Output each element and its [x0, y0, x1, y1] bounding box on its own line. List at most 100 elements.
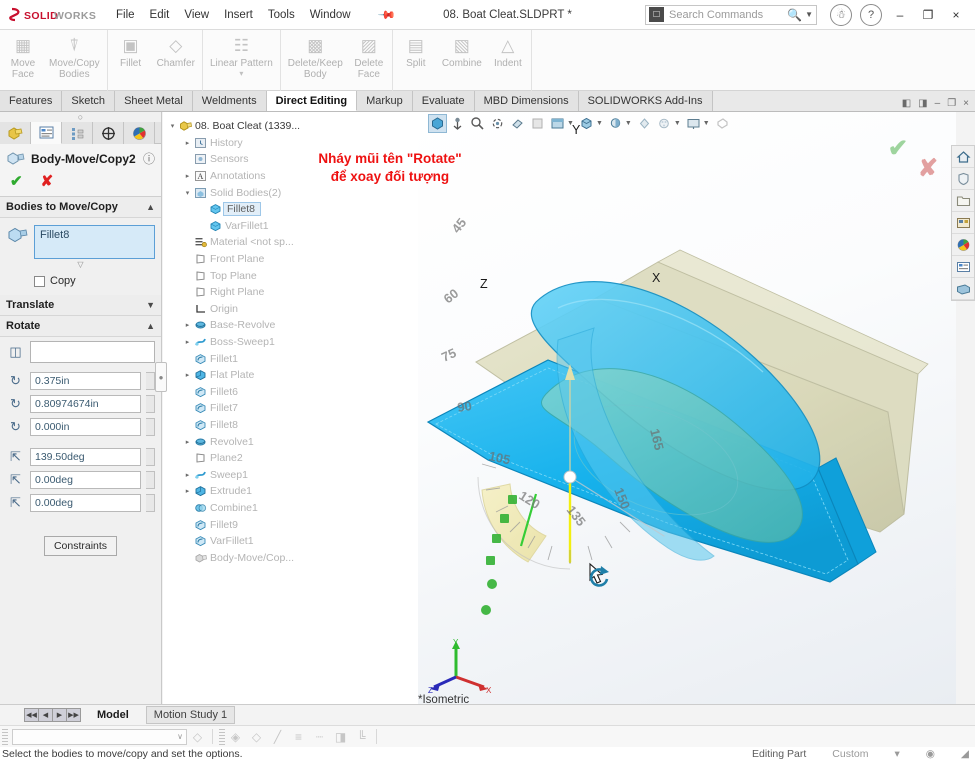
confirm-ok-overlay[interactable]: ✔ — [888, 134, 908, 163]
home-icon[interactable] — [952, 146, 974, 168]
selection-resize-handle[interactable]: ▽ — [0, 260, 161, 269]
help-icon[interactable]: ? — [860, 3, 882, 26]
rotate-section-header[interactable]: Rotate ▲ — [0, 316, 161, 337]
linear-pattern-button[interactable]: ☷ Linear Pattern ▾ — [205, 33, 278, 88]
tab-features[interactable]: Features — [0, 91, 63, 111]
tab-weldments[interactable]: Weldments — [192, 91, 267, 111]
search-commands-box[interactable]: □ Search Commands 🔍 ▼ — [645, 4, 817, 25]
chevron-right-icon[interactable]: ▸ — [182, 172, 193, 180]
line-style-icon[interactable]: ┈ — [309, 728, 330, 746]
rotate-angle-x-input[interactable]: 139.50deg — [30, 447, 141, 466]
rotate-origin-z-stepper[interactable] — [146, 417, 155, 436]
nav-last-button[interactable]: ▶▶ — [66, 708, 81, 722]
chevron-down-icon[interactable]: ▼ — [146, 300, 155, 310]
tree-item-annotations[interactable]: ▸ A Annotations — [167, 168, 418, 185]
indent-button[interactable]: △ Indent — [487, 33, 529, 88]
tab-solidworks-add-ins[interactable]: SOLIDWORKS Add-Ins — [578, 91, 713, 111]
translate-section-header[interactable]: Translate ▼ — [0, 295, 161, 316]
color-display-mode-icon[interactable]: ◨ — [330, 728, 351, 746]
chevron-down-icon[interactable]: ∨ — [177, 732, 183, 741]
feature-manager-tab[interactable] — [0, 122, 31, 144]
tab-mbd-dimensions[interactable]: MBD Dimensions — [474, 91, 579, 111]
menu-item-view[interactable]: View — [184, 9, 209, 21]
help-icon[interactable]: ⓘ — [143, 150, 155, 167]
delete-face-button[interactable]: ▨ Delete Face — [348, 33, 390, 88]
chevron-down-icon[interactable]: ▾ — [239, 69, 243, 78]
layer-properties-icon[interactable]: ╚ — [351, 728, 372, 746]
custom-properties-icon[interactable] — [952, 256, 974, 278]
copy-checkbox-row[interactable]: Copy — [0, 269, 161, 295]
tree-item-body-move-cop[interactable]: Body-Move/Cop... — [167, 549, 418, 566]
rotate-angle-z-stepper[interactable] — [146, 493, 155, 512]
tree-item-varfillet1[interactable]: VarFillet1 — [167, 218, 418, 235]
tree-item-front-plane[interactable]: Front Plane — [167, 251, 418, 268]
units-label[interactable]: Custom — [832, 748, 868, 760]
shaded-sketch-contours-icon[interactable]: ◇ — [187, 728, 208, 746]
tree-item-sensors[interactable]: Sensors — [167, 151, 418, 168]
tree-item-sweep1[interactable]: ▸ Sweep1 — [167, 466, 418, 483]
zoom-to-area-icon[interactable] — [448, 114, 467, 133]
display-manager-tab[interactable] — [124, 122, 155, 144]
tree-item-right-plane[interactable]: Right Plane — [167, 284, 418, 301]
edit-appearance-icon[interactable] — [655, 114, 674, 133]
split-button[interactable]: ▤ Split — [395, 33, 437, 88]
chevron-down-icon[interactable]: ▾ — [167, 122, 178, 130]
restore-left-icon[interactable]: ◧ — [902, 98, 911, 109]
move-face-button[interactable]: ▦ Move Face — [2, 33, 44, 88]
dimxpert-manager-tab[interactable] — [93, 122, 124, 144]
previous-view-icon[interactable] — [528, 114, 547, 133]
constraints-button[interactable]: Constraints — [43, 536, 118, 556]
tab-sheet-metal[interactable]: Sheet Metal — [115, 91, 193, 111]
account-icon[interactable]: ☃ — [830, 3, 852, 26]
menu-item-insert[interactable]: Insert — [224, 9, 253, 21]
tab-motion-study-1[interactable]: Motion Study 1 — [145, 706, 236, 724]
tree-item-flat-plate[interactable]: ▸ Flat Plate — [167, 367, 418, 384]
layer-select[interactable]: ∨ — [12, 728, 187, 745]
tree-item-plane2[interactable]: Plane2 — [167, 450, 418, 467]
chevron-down-icon[interactable]: ▾ — [894, 748, 899, 760]
line-color-icon[interactable]: ◇ — [246, 728, 267, 746]
chevron-right-icon[interactable]: ▸ — [182, 487, 193, 495]
bodies-selection-input[interactable]: Fillet8 — [34, 225, 155, 259]
tree-item-fillet8[interactable]: Fillet8 — [167, 417, 418, 434]
bodies-to-move-section-header[interactable]: Bodies to Move/Copy ▲ — [0, 197, 161, 218]
combine-button[interactable]: ▧ Combine — [437, 33, 487, 88]
tree-item-top-plane[interactable]: Top Plane — [167, 267, 418, 284]
zoom-to-fit-icon[interactable] — [428, 114, 447, 133]
copy-checkbox[interactable] — [34, 275, 45, 287]
rotate-origin-x-input[interactable]: 0.375in — [30, 371, 141, 390]
tab-sketch[interactable]: Sketch — [62, 91, 116, 111]
chevron-right-icon[interactable]: ▸ — [182, 438, 193, 446]
appearances-icon[interactable] — [952, 234, 974, 256]
close-button[interactable]: × — [943, 2, 969, 28]
tree-item-08-boat-cleat-1339[interactable]: ▾ 08. Boat Cleat (1339... — [167, 118, 418, 135]
rotate-origin-y-stepper[interactable] — [146, 394, 155, 413]
rotate-origin-y-input[interactable]: 0.80974674in — [30, 394, 141, 413]
chevron-down-icon[interactable]: ▼ — [625, 120, 632, 127]
3d-views-icon[interactable] — [952, 278, 974, 300]
feature-tree[interactable]: ▾ 08. Boat Cleat (1339... ▸ History Sensors ▸… — [163, 112, 418, 566]
chevron-down-icon[interactable]: ▾ — [182, 189, 193, 197]
main-menu[interactable]: File Edit View Insert Tools Window 📌 — [116, 6, 395, 25]
pin-icon[interactable]: 📌 — [377, 4, 397, 25]
tree-item-history[interactable]: ▸ History — [167, 135, 418, 152]
chamfer-button[interactable]: ◇ Chamfer — [152, 33, 200, 88]
display-style-icon[interactable] — [606, 114, 625, 133]
rotate-view-icon[interactable] — [488, 114, 507, 133]
rotate-origin-z-input[interactable]: 0.000in — [30, 417, 141, 436]
chevron-right-icon[interactable]: ▸ — [182, 321, 193, 329]
tree-item-extrude1[interactable]: ▸ Extrude1 — [167, 483, 418, 500]
document-minimize-button[interactable]: – — [935, 98, 941, 109]
menu-item-edit[interactable]: Edit — [150, 9, 170, 21]
tab-direct-editing[interactable]: Direct Editing — [266, 91, 358, 111]
view-settings-icon[interactable] — [713, 114, 732, 133]
rotate-angle-x-stepper[interactable] — [146, 447, 155, 466]
ok-button[interactable]: ✔ — [10, 172, 23, 190]
nav-first-button[interactable]: ◀◀ — [24, 708, 39, 722]
hide-show-items-icon[interactable] — [635, 114, 654, 133]
configuration-manager-tab[interactable] — [62, 122, 93, 144]
tree-item-combine1[interactable]: Combine1 — [167, 500, 418, 517]
zoom-in-out-icon[interactable] — [468, 114, 487, 133]
3d-model-scene[interactable]: Y X Z 45 60 75 90 105 120 135 150 165 — [418, 112, 956, 704]
chevron-up-icon[interactable]: ▲ — [146, 321, 155, 331]
